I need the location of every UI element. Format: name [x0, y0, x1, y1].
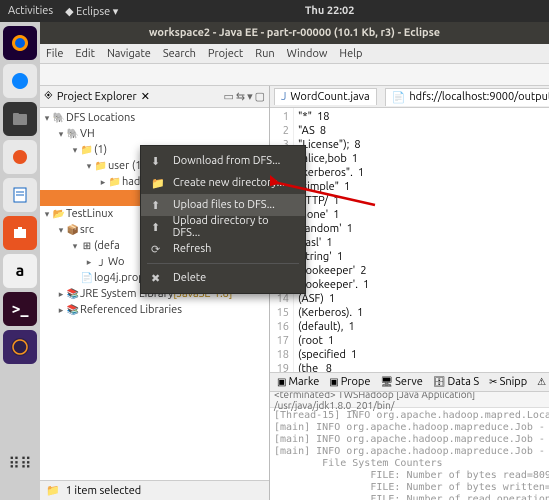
elephant-icon: 🐘 [66, 128, 80, 140]
tab-wordcount[interactable]: JWordCount.java [274, 88, 377, 105]
main-toolbar [40, 64, 549, 86]
library-icon: 📚 [66, 288, 80, 300]
menu-bar: File Edit Navigate Search Project Run Wi… [40, 44, 549, 64]
firefox-icon[interactable] [3, 26, 37, 60]
eclipse-icon[interactable] [3, 330, 37, 364]
project-icon: 📂 [52, 208, 66, 220]
delete-icon: ✖ [151, 272, 165, 285]
refresh-icon: ⟳ [151, 243, 165, 256]
file-icon: 📄 [80, 272, 94, 284]
status-bar: 📁 1 item selected [40, 480, 269, 500]
console-output[interactable]: [Thread-15] INFO org.apache.hadoop.mapre… [270, 408, 549, 500]
package-icon: ⊞ [80, 240, 94, 252]
files-icon[interactable] [3, 102, 37, 136]
collapse-all-icon[interactable]: ▭ [223, 90, 233, 103]
text-editor[interactable]: 1234567891011121314151617181920212223242… [270, 108, 549, 372]
folder-icon: 📁 [94, 160, 108, 172]
menu-run[interactable]: Run [255, 48, 274, 60]
menu-search[interactable]: Search [163, 48, 196, 60]
libreoffice-icon[interactable] [3, 178, 37, 212]
package-icon: 📦 [66, 224, 80, 236]
upload-icon: ⬆ [151, 199, 165, 212]
upload-folder-icon: ⬆ [151, 221, 165, 234]
tab-servers[interactable]: 🖥 Serve [377, 374, 425, 390]
menu-navigate[interactable]: Navigate [107, 48, 151, 60]
console-header: <terminated> TWSHadoop [Java Application… [270, 392, 549, 408]
bottom-views-tabs: ▣ Marke ▣ Prope 🖥 Serve 🗄 Data S ✂ Snipp… [270, 372, 549, 392]
menu-file[interactable]: File [46, 48, 63, 60]
tab-properties[interactable]: ▣ Prope [326, 374, 373, 390]
library-icon: 📚 [66, 304, 80, 316]
separator [147, 263, 299, 264]
desktop-top-bar: Activities ◆ Eclipse ▾ Thu 22:02 [0, 0, 549, 22]
tab-snippets[interactable]: ✂ Snipp [486, 374, 530, 390]
console-view: <terminated> TWSHadoop [Java Application… [270, 392, 549, 500]
download-icon: ⬇ [151, 155, 165, 168]
tab-hdfs-output[interactable]: 📄hdfs://localhost:9000/output/ide/part-r… [385, 88, 549, 106]
view-menu-icon[interactable]: ▾ [247, 90, 253, 103]
minimize-icon[interactable]: ▢ [255, 90, 265, 103]
amazon-icon[interactable]: a [3, 254, 37, 288]
ctx-create-dir[interactable]: 📁Create new directory... [141, 172, 305, 194]
dfs-icon: 🐘 [52, 112, 66, 124]
menu-window[interactable]: Window [287, 48, 328, 60]
rhythmbox-icon[interactable] [3, 140, 37, 174]
folder-icon: 📁 [46, 484, 60, 497]
ctx-upload-files[interactable]: ⬆Upload files to DFS... [141, 194, 305, 216]
project-explorer-tab[interactable]: 🞚Project Explorer ✕ [44, 90, 150, 103]
tab-problems[interactable]: ⚠ Probl [534, 374, 549, 390]
status-text: 1 item selected [66, 485, 142, 497]
folder-plus-icon: 📁 [151, 177, 165, 190]
file-icon: 📄 [392, 91, 406, 104]
ctx-upload-dir[interactable]: ⬆Upload directory to DFS... [141, 216, 305, 238]
java-file-icon: J [281, 91, 286, 103]
menu-project[interactable]: Project [208, 48, 243, 60]
dock: a >_ ⠿⠿ [0, 22, 40, 500]
ctx-refresh[interactable]: ⟳Refresh [141, 238, 305, 260]
tab-markers[interactable]: ▣ Marke [274, 374, 322, 390]
tab-data-source[interactable]: 🗄 Data S [430, 374, 482, 390]
menu-edit[interactable]: Edit [75, 48, 95, 60]
app-menu[interactable]: ◆ Eclipse ▾ [65, 5, 118, 18]
context-menu: ⬇Download from DFS... 📁Create new direct… [140, 145, 306, 294]
editor-content[interactable]: "*" 18 "AS 8 "License"); 8 "alice,bob 1 … [294, 108, 549, 372]
editor-tab-bar: JWordCount.java 📄hdfs://localhost:9000/o… [270, 86, 549, 108]
window-title: workspace2 - Java EE - part-r-00000 (10.… [40, 22, 549, 44]
explorer-icon: 🞚 [44, 90, 53, 103]
folder-icon: 📁 [108, 176, 122, 188]
java-file-icon: J [94, 257, 108, 268]
show-apps-icon[interactable]: ⠿⠿ [3, 446, 37, 480]
terminal-icon[interactable]: >_ [3, 292, 37, 326]
ctx-download-dfs[interactable]: ⬇Download from DFS... [141, 150, 305, 172]
link-editor-icon[interactable]: ⇆ [236, 90, 245, 103]
ctx-delete[interactable]: ✖Delete [141, 267, 305, 289]
activities-button[interactable]: Activities [8, 5, 53, 18]
folder-icon: 📁 [80, 144, 94, 156]
thunderbird-icon[interactable] [3, 64, 37, 98]
clock[interactable]: Thu 22:02 [118, 5, 541, 17]
ubuntu-software-icon[interactable] [3, 216, 37, 250]
menu-help[interactable]: Help [339, 48, 362, 60]
